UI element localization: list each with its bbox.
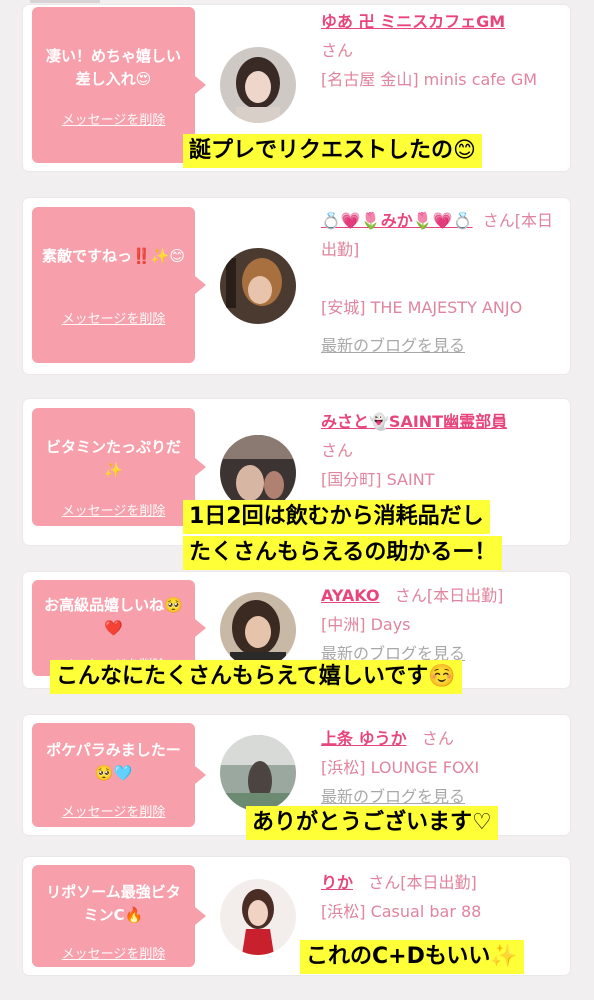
avatar[interactable] bbox=[220, 47, 296, 123]
cast-info: りか さん[本日出勤] [浜松] Casual bar 88 bbox=[321, 868, 554, 926]
cast-info: AYAKO さん[本日出勤] [中洲] Days 最新のブログを見る bbox=[321, 581, 554, 668]
shop-name: [名古屋 金山] minis cafe GM bbox=[321, 70, 538, 89]
top-divider bbox=[30, 0, 100, 3]
caption-overlay: ありがとうございます♡ bbox=[246, 806, 498, 840]
cast-name-link[interactable]: 💍💗🌷みか🌷💗💍 bbox=[321, 211, 473, 230]
avatar[interactable] bbox=[220, 735, 296, 811]
shop-name: [浜松] LOUNGE FOXI bbox=[321, 758, 480, 777]
honorific: さん bbox=[321, 41, 354, 60]
working-today-tag: [本日出勤] bbox=[400, 873, 477, 892]
caption-overlay: こんなにたくさんもらえて嬉しいです☺️ bbox=[50, 660, 462, 694]
working-today-tag: [本日出勤] bbox=[426, 586, 504, 605]
shop-name: [浜松] Casual bar 88 bbox=[321, 902, 482, 921]
cast-info: ゆあ 卍 ミニスカフェGM さん [名古屋 金山] minis cafe GM bbox=[321, 7, 554, 94]
honorific: さん bbox=[421, 729, 454, 748]
caption-overlay: 誕プレでリクエストしたの😊 bbox=[183, 134, 482, 168]
cast-name-link[interactable]: ゆあ 卍 ミニスカフェGM bbox=[321, 12, 505, 31]
cast-name-link[interactable]: AYAKO bbox=[321, 586, 380, 605]
message-bubble: 素敵ですねっ‼️✨😊 メッセージを削除 bbox=[32, 207, 206, 363]
cast-info: 💍💗🌷みか🌷💗💍 さん[本日出勤] [安城] THE MAJESTY ANJO … bbox=[321, 206, 554, 360]
latest-blog-link[interactable]: 最新のブログを見る bbox=[321, 336, 465, 355]
delete-message-link[interactable]: メッセージを削除 bbox=[32, 943, 195, 962]
honorific: さん bbox=[394, 586, 427, 605]
cast-name-link[interactable]: みさと👻SAINT幽霊部員 bbox=[321, 412, 507, 431]
shop-name: [中洲] Days bbox=[321, 615, 411, 634]
message-card: 素敵ですねっ‼️✨😊 メッセージを削除 💍💗🌷みか🌷💗💍 さん[本日出勤] [安… bbox=[23, 198, 570, 374]
delete-message-link[interactable]: メッセージを削除 bbox=[32, 109, 195, 128]
delete-message-link[interactable]: メッセージを削除 bbox=[32, 500, 195, 519]
message-text: リポソーム最強ビタミンC🔥 bbox=[46, 883, 181, 924]
delete-message-link[interactable]: メッセージを削除 bbox=[32, 308, 195, 327]
cast-info: 上条 ゆうか さん [浜松] LOUNGE FOXI 最新のブログを見る bbox=[321, 724, 554, 811]
message-text: 凄い！めちゃ嬉しい差し入れ😍 bbox=[45, 47, 181, 88]
cast-name-link[interactable]: 上条 ゆうか bbox=[321, 729, 407, 748]
message-bubble: ビタミンたっぷりだ✨ メッセージを削除 bbox=[32, 408, 206, 526]
message-text: ポケパラみましたー🥺🩵 bbox=[46, 741, 181, 782]
cast-info: みさと👻SAINT幽霊部員 さん [国分町] SAINT bbox=[321, 407, 554, 494]
caption-overlay: 1日2回は飲むから消耗品だし bbox=[183, 500, 490, 534]
message-bubble: リポソーム最強ビタミンC🔥 メッセージを削除 bbox=[32, 865, 206, 967]
message-bubble: 凄い！めちゃ嬉しい差し入れ😍 メッセージを削除 bbox=[32, 7, 206, 163]
message-text: お高級品嬉しいね🥺❤️ bbox=[44, 596, 183, 637]
shop-name: [安城] THE MAJESTY ANJO bbox=[321, 298, 523, 317]
shop-name: [国分町] SAINT bbox=[321, 470, 435, 489]
message-text: 素敵ですねっ‼️✨😊 bbox=[42, 247, 185, 265]
honorific: さん bbox=[482, 211, 515, 230]
caption-overlay: これのC+Dもいい✨ bbox=[300, 940, 524, 974]
latest-blog-link[interactable]: 最新のブログを見る bbox=[321, 787, 465, 806]
honorific: さん bbox=[321, 441, 354, 460]
caption-overlay: たくさんもらえるの助かるー！ bbox=[183, 536, 503, 570]
avatar[interactable] bbox=[220, 248, 296, 324]
delete-message-link[interactable]: メッセージを削除 bbox=[32, 801, 195, 820]
avatar[interactable] bbox=[220, 879, 296, 955]
avatar[interactable] bbox=[220, 592, 296, 668]
honorific: さん bbox=[368, 873, 401, 892]
message-text: ビタミンたっぷりだ✨ bbox=[45, 438, 181, 479]
cast-name-link[interactable]: りか bbox=[321, 873, 353, 892]
message-bubble: ポケパラみましたー🥺🩵 メッセージを削除 bbox=[32, 723, 206, 827]
